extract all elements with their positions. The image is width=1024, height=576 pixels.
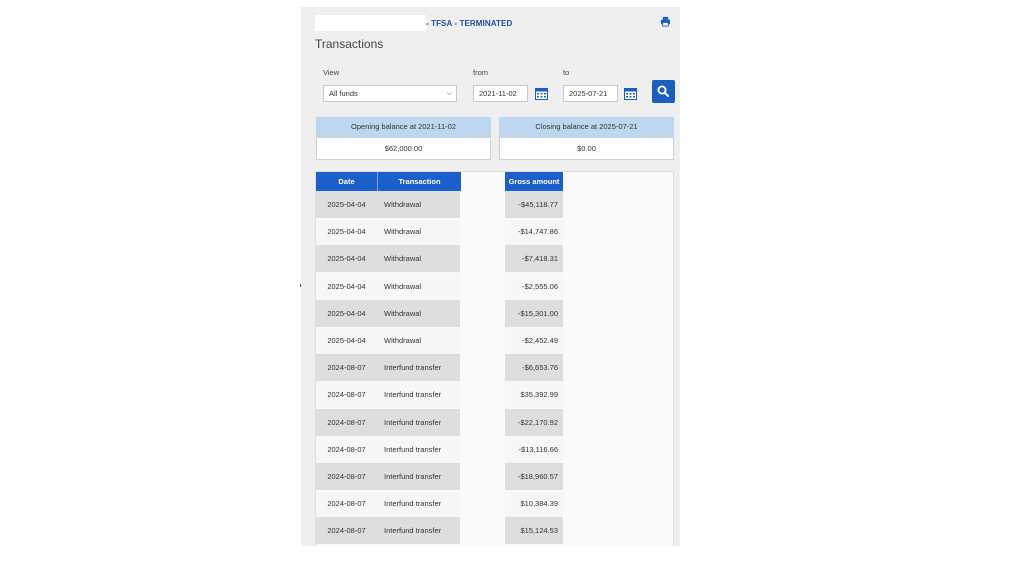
view-select[interactable]: All funds ⌵ — [323, 85, 457, 102]
row-transaction: Interfund transfer — [377, 381, 460, 408]
row-date: 2025-04-04 — [316, 300, 377, 327]
row-date: 2024-08-07 — [316, 517, 377, 544]
row-date: 2024-08-07 — [316, 490, 377, 517]
column-header-gross-amount[interactable]: Gross amount — [505, 172, 563, 191]
from-date-input[interactable]: 2021-11-02 — [473, 85, 528, 102]
row-transaction: Withdrawal — [377, 300, 460, 327]
row-gross-amount: -$22,170.92 — [505, 409, 563, 436]
row-gross-amount: -$15,301.00 — [505, 300, 563, 327]
printer-icon[interactable] — [660, 16, 671, 27]
row-gross-amount: $10,384.39 — [505, 490, 563, 517]
opening-balance-value: $62,000.00 — [316, 137, 491, 160]
column-header-date[interactable]: Date — [316, 172, 377, 191]
row-date: 2025-04-04 — [316, 245, 377, 272]
search-icon — [657, 85, 669, 97]
row-transaction: Interfund transfer — [377, 517, 460, 544]
row-transaction: Interfund transfer — [377, 436, 460, 463]
transactions-panel: - TFSA - TERMINATED Transactions View Al… — [301, 7, 680, 546]
row-gross-amount: $35,392.99 — [505, 381, 563, 408]
row-gross-amount: -$2,555.06 — [505, 273, 563, 300]
row-transaction: Interfund transfer — [377, 490, 460, 517]
row-date: 2025-04-04 — [316, 273, 377, 300]
row-date: 2025-04-04 — [316, 191, 377, 218]
row-gross-amount: -$2,452.49 — [505, 327, 563, 354]
to-date-input[interactable]: 2025-07-21 — [563, 85, 618, 102]
row-gross-amount: -$13,116.66 — [505, 436, 563, 463]
row-date: 2024-08-07 — [316, 436, 377, 463]
calendar-icon[interactable] — [624, 87, 637, 100]
view-select-value: All funds — [329, 89, 358, 98]
row-date: 2024-08-07 — [316, 354, 377, 381]
row-transaction: Withdrawal — [377, 191, 460, 218]
search-button[interactable] — [652, 80, 675, 103]
row-transaction: Interfund transfer — [377, 354, 460, 381]
row-transaction: Interfund transfer — [377, 409, 460, 436]
row-gross-amount: -$45,118.77 — [505, 191, 563, 218]
calendar-icon[interactable] — [535, 87, 548, 100]
row-gross-amount: -$6,653.76 — [505, 354, 563, 381]
row-transaction: Withdrawal — [377, 273, 460, 300]
row-transaction: Withdrawal — [377, 245, 460, 272]
account-name-field — [315, 15, 426, 31]
row-date: 2024-08-07 — [316, 463, 377, 490]
row-date: 2024-08-07 — [316, 381, 377, 408]
account-status: - TFSA - TERMINATED — [426, 19, 513, 28]
column-header-transaction[interactable]: Transaction — [377, 172, 461, 191]
row-date: 2024-08-07 — [316, 409, 377, 436]
view-label: View — [323, 68, 340, 77]
chevron-down-icon: ⌵ — [446, 90, 452, 97]
row-gross-amount: -$18,960.57 — [505, 463, 563, 490]
row-gross-amount: -$7,418.31 — [505, 245, 563, 272]
page-title: Transactions — [315, 37, 384, 51]
row-transaction: Interfund transfer — [377, 463, 460, 490]
to-label: to — [563, 68, 570, 77]
row-gross-amount: $15,124.53 — [505, 517, 563, 544]
closing-balance-value: $0.00 — [499, 137, 674, 160]
row-date: 2025-04-04 — [316, 327, 377, 354]
from-label: from — [473, 68, 488, 77]
opening-balance-label: Opening balance at 2021-11-02 — [316, 117, 491, 137]
closing-balance-label: Closing balance at 2025-07-21 — [499, 117, 674, 137]
row-gross-amount: -$14,747.86 — [505, 218, 563, 245]
row-date: 2025-04-04 — [316, 218, 377, 245]
row-transaction: Withdrawal — [377, 218, 460, 245]
row-transaction: Withdrawal — [377, 327, 460, 354]
